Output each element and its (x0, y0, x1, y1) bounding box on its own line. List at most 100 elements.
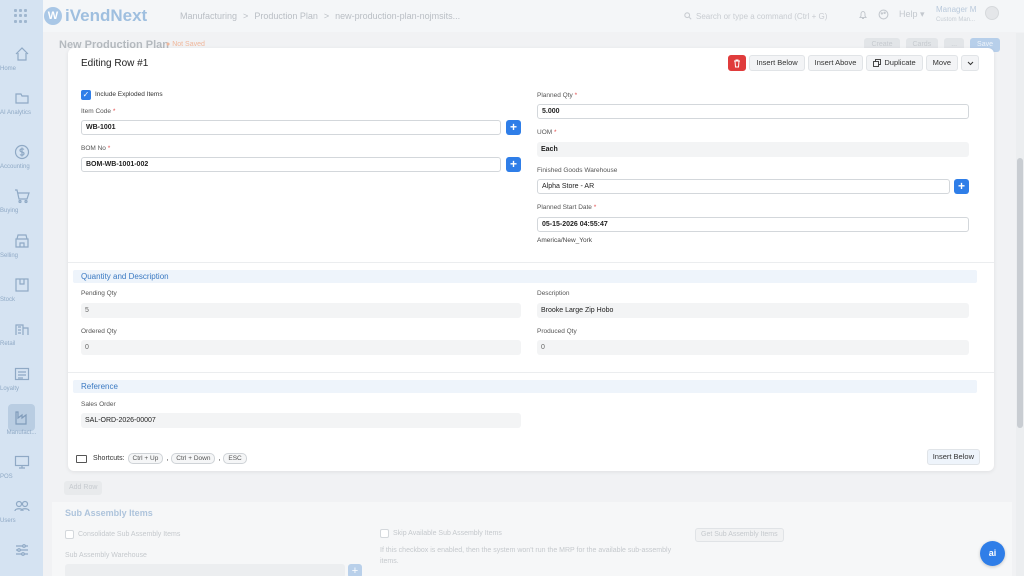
insert-above-button[interactable]: Insert Above (807, 55, 864, 71)
sidebar-item-label: Selling (0, 253, 19, 259)
sidebar-item-users[interactable]: Users (0, 498, 43, 524)
item-code-label: Item Code * (81, 108, 116, 115)
sidebar-item-label: Stock (0, 297, 16, 303)
sidebar-item-settings[interactable] (0, 542, 43, 558)
trash-icon (734, 59, 741, 67)
sales-order-value: SAL-ORD-2026-00007 (81, 413, 521, 428)
user-menu[interactable]: Manager M Custom Man... (936, 5, 976, 25)
shortcuts-bar: Shortcuts: Ctrl + Up , Ctrl + Down , ESC (76, 453, 247, 464)
item-code-add-button[interactable]: + (506, 120, 521, 135)
breadcrumb-separator: > (243, 11, 249, 21)
shortcuts-label: Shortcuts: (93, 455, 125, 462)
section-title: Sub Assembly Items (65, 508, 153, 518)
sidebar-item-label: Home (0, 66, 17, 72)
user-name: Manager M (936, 5, 977, 14)
divider (68, 372, 994, 373)
footer-insert-below-button[interactable]: Insert Below (926, 449, 980, 465)
sidebar-item-retail[interactable]: Retail (0, 321, 43, 347)
search-icon (684, 12, 692, 20)
modal-actions: Insert Below Insert Above Duplicate Move (728, 55, 979, 71)
include-exploded-checkbox[interactable]: ✓ (81, 90, 91, 100)
sidebar-item-manufacturing[interactable]: Manufact... (0, 404, 43, 437)
app-logo[interactable]: W iVendNext (44, 6, 147, 26)
section-quantity-description[interactable]: Quantity and Description (73, 270, 977, 283)
description-value: Brooke Large Zip Hobo (537, 303, 969, 318)
sidebar-item-pos[interactable]: POS (0, 454, 43, 480)
move-button[interactable]: Move (925, 55, 958, 71)
consolidate-checkbox[interactable] (65, 530, 74, 539)
sidebar-item-loyalty[interactable]: Loyalty (0, 366, 43, 392)
consolidate-label: Consolidate Sub Assembly Items (78, 531, 181, 538)
sidebar-item-label: Accounting (0, 164, 30, 170)
breadcrumb-current: new-production-plan-nojmsits... (335, 11, 461, 21)
user-role: Custom Man... (936, 17, 976, 23)
palette-icon[interactable] (878, 9, 889, 20)
produced-qty-label: Produced Qty (537, 328, 577, 335)
section-reference[interactable]: Reference (73, 380, 977, 393)
sidebar-item-selling[interactable]: Selling (0, 233, 43, 259)
delete-row-button[interactable] (728, 55, 747, 71)
include-exploded-label: Include Exploded Items (95, 91, 163, 98)
duplicate-button[interactable]: Duplicate (866, 55, 923, 71)
scrollbar[interactable] (1016, 33, 1024, 576)
bom-no-label: BOM No * (81, 145, 111, 152)
logo-mark: W (44, 7, 62, 25)
warehouse-input[interactable] (65, 564, 345, 576)
planned-start-label: Planned Start Date * (537, 204, 597, 211)
duplicate-icon (873, 59, 882, 67)
sidebar-item-accounting[interactable]: Accounting (0, 144, 43, 170)
shortcut-esc: ESC (223, 453, 247, 464)
get-sub-assembly-button[interactable]: Get Sub Assembly Items (695, 528, 784, 542)
breadcrumb-manufacturing[interactable]: Manufacturing (180, 11, 237, 21)
bell-icon[interactable] (858, 10, 868, 20)
ai-assistant-button[interactable]: ai (980, 541, 1005, 566)
bom-no-add-button[interactable]: + (506, 157, 521, 172)
planned-qty-field[interactable]: 5.000 (537, 104, 969, 119)
folder-icon (14, 93, 29, 104)
apps-grid-icon[interactable] (14, 9, 28, 23)
users-icon (13, 500, 30, 512)
sub-assembly-section: Sub Assembly Items Consolidate Sub Assem… (52, 502, 1012, 576)
fg-warehouse-label: Finished Goods Warehouse (537, 167, 618, 174)
logo-text: iVendNext (65, 6, 148, 25)
skip-hint: If this checkbox is enabled, then the sy… (380, 547, 672, 565)
scrollbar-thumb[interactable] (1017, 158, 1023, 428)
help-dropdown[interactable]: Help ▾ (899, 9, 925, 20)
warehouse-add-button[interactable]: + (348, 564, 362, 576)
sidebar-item-ai-analytics[interactable]: AI Analytics (0, 90, 43, 116)
planned-qty-label: Planned Qty * (537, 92, 578, 99)
edit-row-modal: Editing Row #1 Insert Below Insert Above… (68, 48, 994, 471)
sliders-icon (15, 544, 28, 556)
search-input[interactable]: Search or type a command (Ctrl + G) (684, 9, 834, 23)
bom-no-field[interactable]: BOM-WB-1001-002 (81, 157, 501, 172)
skip-available-checkbox[interactable] (380, 529, 389, 538)
sidebar-item-buying[interactable]: Buying (0, 188, 43, 214)
add-row-button[interactable]: Add Row (64, 481, 103, 495)
avatar[interactable] (985, 6, 999, 20)
sidebar-item-label: POS (0, 474, 13, 480)
keyboard-icon (76, 454, 87, 463)
breadcrumb-production-plan[interactable]: Production Plan (254, 11, 318, 21)
breadcrumb: Manufacturing > Production Plan > new-pr… (180, 11, 460, 21)
timezone-hint: America/New_York (537, 237, 593, 244)
factory-icon (14, 411, 27, 425)
dollar-icon (14, 144, 29, 160)
collapse-button[interactable] (961, 55, 979, 71)
chevron-down-icon (967, 61, 973, 65)
sidebar-item-label: Buying (0, 208, 19, 214)
item-code-field[interactable]: WB-1001 (81, 120, 501, 135)
pending-qty-label: Pending Qty (81, 290, 117, 297)
sidebar-item-label: Retail (0, 341, 16, 347)
insert-below-button[interactable]: Insert Below (749, 55, 805, 71)
sidebar-item-stock[interactable]: Stock (0, 277, 43, 303)
description-label: Description (537, 290, 570, 297)
fg-warehouse-add-button[interactable]: + (954, 179, 969, 194)
home-icon (15, 47, 28, 61)
sidebar-item-home[interactable]: Home (0, 46, 43, 72)
divider (68, 262, 994, 263)
planned-start-field[interactable]: 05-15-2026 04:55:47 (537, 217, 969, 232)
fg-warehouse-field[interactable]: Alpha Store - AR (537, 179, 950, 194)
shortcut-ctrl-down: Ctrl + Down (171, 453, 216, 464)
breadcrumb-separator: > (323, 11, 330, 21)
sidebar: Home AI Analytics Accounting Buying Sell… (0, 0, 43, 576)
